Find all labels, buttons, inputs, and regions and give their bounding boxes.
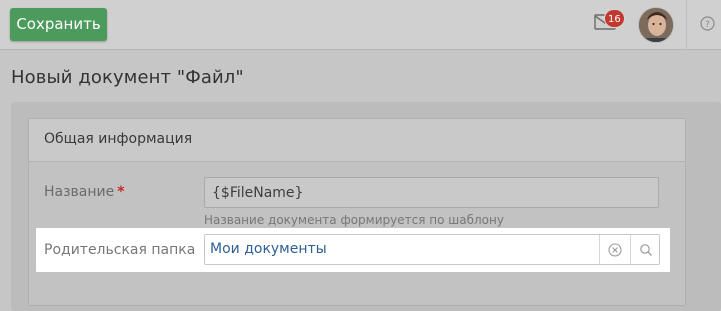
name-field: {$FileName} [204, 177, 659, 208]
parent-folder-row: Родительская папка Мои документы [36, 228, 670, 272]
parent-folder-label: Родительская папка [44, 242, 196, 258]
svg-text:?: ? [705, 20, 710, 30]
save-button[interactable]: Сохранить [10, 8, 107, 41]
parent-folder-value[interactable]: Мои документы [210, 241, 327, 257]
user-avatar[interactable] [638, 7, 674, 43]
clear-button[interactable] [600, 235, 630, 264]
name-hint: Название документа формируется по шаблон… [204, 213, 504, 227]
required-mark: * [117, 184, 125, 200]
parent-folder-lookup[interactable]: Мои документы [204, 234, 660, 265]
question-circle-icon[interactable]: ? [700, 16, 715, 31]
general-info-section: Общая информация [28, 118, 686, 306]
section-title: Общая информация [44, 131, 193, 147]
name-label: Название * [44, 184, 125, 200]
notification-count-badge[interactable]: 16 [604, 9, 625, 28]
section-header: Общая информация [29, 119, 685, 162]
search-button[interactable] [631, 235, 660, 264]
top-toolbar: Сохранить 16 ? [0, 0, 721, 50]
name-label-text: Название [44, 184, 115, 200]
page-title: Новый документ "Файл" [11, 67, 244, 88]
toolbar-divider [686, 0, 687, 50]
